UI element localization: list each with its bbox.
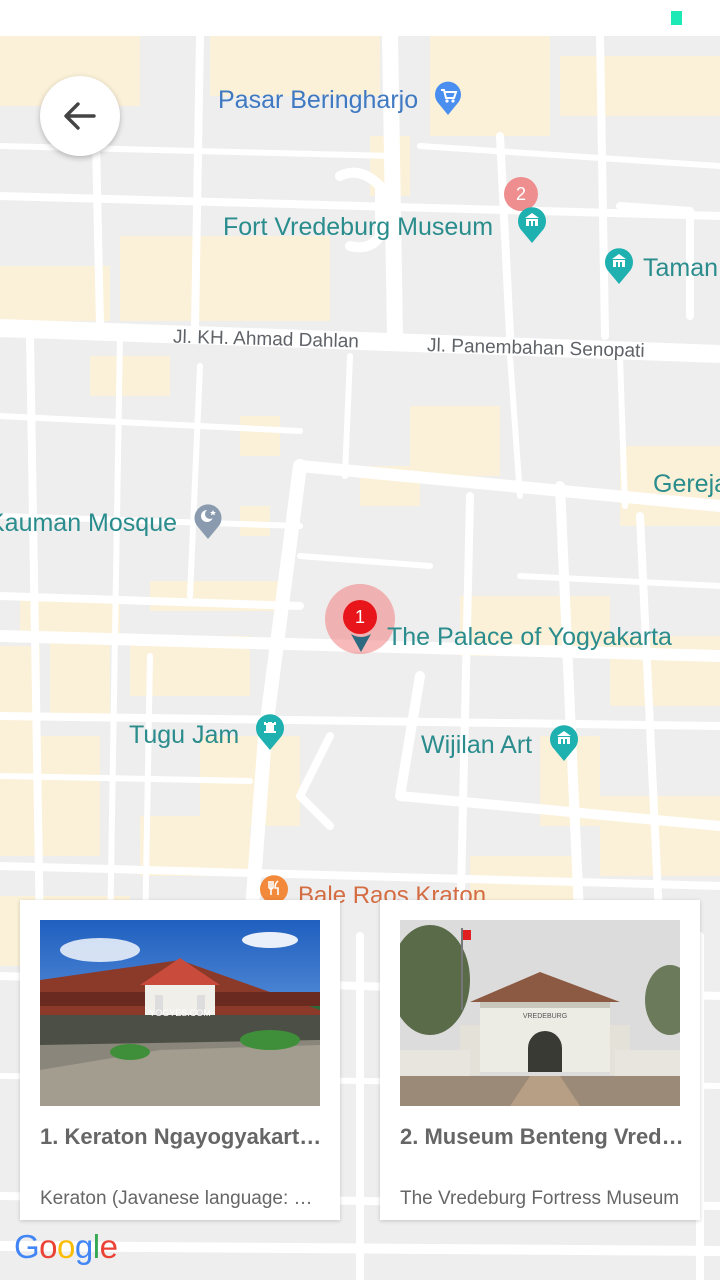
- shopping-cart-icon[interactable]: [433, 78, 463, 121]
- battery-icon: [671, 11, 682, 25]
- place-label-tugu-jam[interactable]: Tugu Jam: [129, 723, 239, 748]
- place-card-1[interactable]: YOGYES.COM 1. Keraton Ngayogyakarta Hadi…: [20, 900, 340, 1220]
- place-label-wijilan-art[interactable]: Wijilan Art: [421, 733, 532, 758]
- place-photo-vredeburg: VREDEBURG: [400, 920, 680, 1106]
- google-logo: Google: [14, 1228, 118, 1265]
- status-bar: [0, 0, 720, 36]
- pin-icon[interactable]: [349, 630, 373, 659]
- place-label-fort-vredeburg[interactable]: Fort Vredeburg Museum: [223, 215, 493, 240]
- card-title: 2. Museum Benteng Vredeburg: [400, 1124, 685, 1149]
- card-title: 1. Keraton Ngayogyakarta Hadiningrat: [40, 1124, 325, 1149]
- mosque-icon[interactable]: [193, 500, 223, 545]
- landmark-icon[interactable]: [254, 711, 286, 756]
- card-description: The Vredeburg Fortress Museum: [400, 1188, 680, 1209]
- photo-watermark: YOGYES.COM: [149, 1008, 211, 1018]
- place-label-pasar-beringharjo[interactable]: Pasar Beringharjo: [218, 88, 418, 113]
- place-card-2[interactable]: VREDEBURG 2. Museum Benteng Vredeburg Th…: [380, 900, 700, 1220]
- museum-icon[interactable]: [516, 204, 548, 249]
- place-label-palace-yogyakarta[interactable]: The Palace of Yogyakarta: [387, 625, 672, 650]
- card-description: Keraton (Javanese language: Kraton Ngayo…: [40, 1188, 325, 1209]
- photo-watermark: VREDEBURG: [523, 1013, 567, 1020]
- back-button[interactable]: [40, 76, 120, 156]
- marker-2-number: 2: [516, 184, 526, 204]
- museum-icon[interactable]: [603, 245, 635, 290]
- place-label-kauman-mosque[interactable]: Kauman Mosque: [0, 511, 177, 536]
- place-label-taman[interactable]: Taman: [643, 256, 718, 281]
- place-photo-keraton: YOGYES.COM: [40, 920, 320, 1106]
- museum-icon[interactable]: [548, 722, 580, 767]
- arrow-left-icon: [64, 102, 96, 130]
- street-label-ahmad-dahlan: Jl. KH. Ahmad Dahlan: [172, 326, 360, 353]
- place-label-gereja[interactable]: Gereja: [653, 472, 720, 497]
- marker-1-number: 1: [355, 607, 365, 627]
